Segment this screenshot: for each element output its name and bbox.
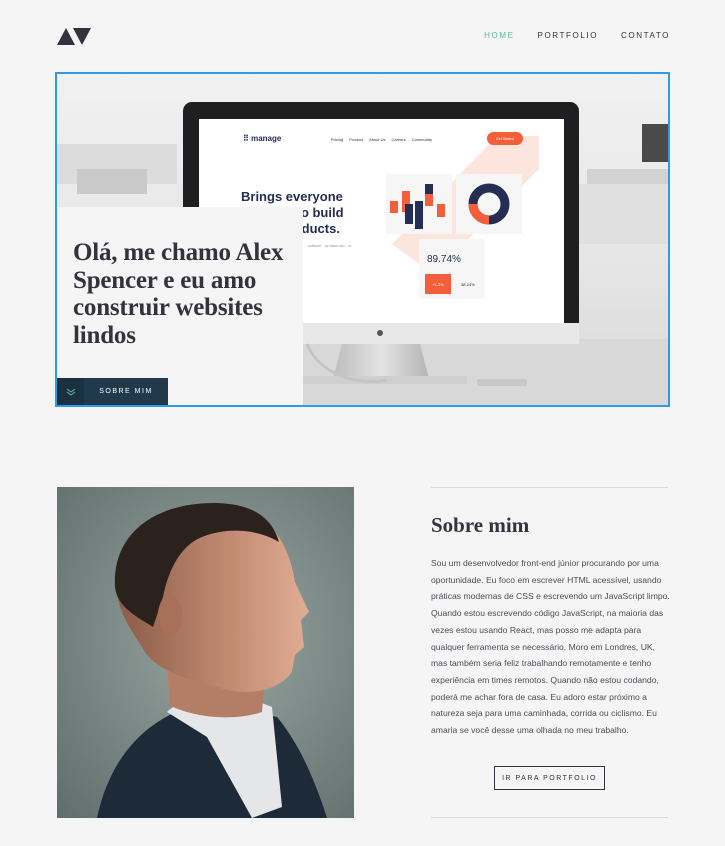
mockup-cta: Get Started bbox=[487, 132, 523, 145]
go-to-portfolio-button[interactable]: IR PARA PORTFOLIO bbox=[494, 766, 605, 790]
mockup-nav: Pricing Product About Us Careers Communi… bbox=[331, 137, 432, 142]
mockup-nav-item: Pricing bbox=[331, 137, 344, 142]
nav-portfolio[interactable]: PORTFOLIO bbox=[538, 31, 598, 40]
about-text: Sou um desenvolvedor front-end júnior pr… bbox=[431, 558, 670, 736]
nav-home[interactable]: HOME bbox=[484, 31, 514, 40]
profile-photo bbox=[57, 487, 354, 818]
mockup-subtext: ...software ...ay tasks can ...ct. bbox=[305, 244, 353, 248]
mockup-badge: +1.3% bbox=[425, 274, 451, 294]
hero-title: Olá, me chamo Alex Spencer e eu amo cons… bbox=[73, 239, 284, 349]
main-nav: HOME PORTFOLIO CONTATO bbox=[484, 31, 670, 40]
divider-top bbox=[431, 487, 668, 488]
mockup-badge-secondary: 88.24% bbox=[461, 281, 475, 287]
nav-contato[interactable]: CONTATO bbox=[621, 31, 670, 40]
mockup-nav-item: About Us bbox=[369, 137, 386, 142]
about-title: Sobre mim bbox=[431, 513, 530, 537]
mockup-stat: 89.74% bbox=[427, 254, 461, 265]
chevrons-down-icon bbox=[57, 378, 84, 405]
mockup-nav-item: Product bbox=[349, 137, 364, 142]
triangle-logo-icon[interactable] bbox=[57, 28, 91, 45]
about-me-button-label: SOBRE MIM bbox=[99, 388, 153, 395]
divider-bottom bbox=[431, 817, 668, 818]
about-me-button[interactable]: SOBRE MIM bbox=[57, 378, 168, 405]
mockup-logo: ⠿ manage bbox=[243, 134, 282, 143]
mockup-nav-item: Careers bbox=[391, 137, 406, 142]
mockup-nav-item: Community bbox=[411, 137, 432, 142]
hero-section: ⠿ manage Pricing Product About Us Career… bbox=[55, 72, 670, 407]
